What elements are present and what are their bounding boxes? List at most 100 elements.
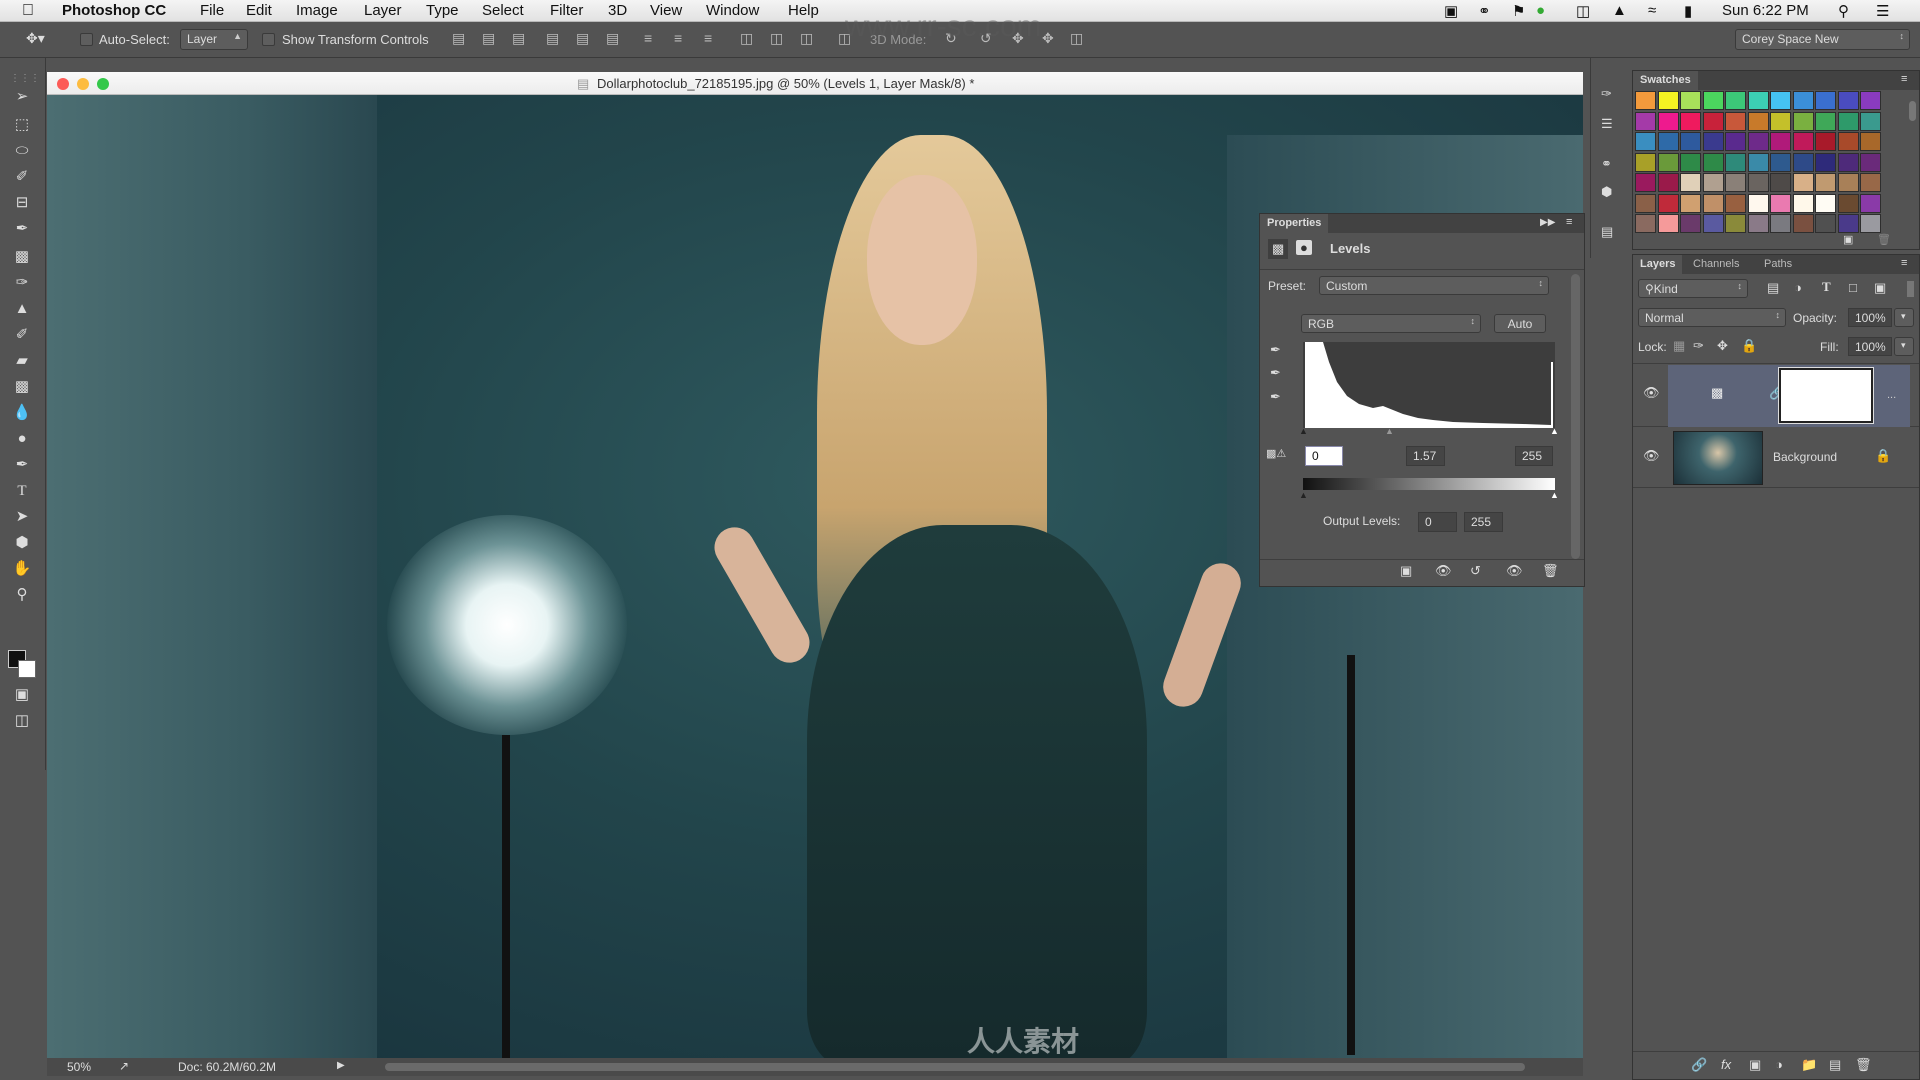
align-right-icon[interactable]: ▤ — [606, 30, 619, 47]
libraries-icon[interactable]: ⚭ — [1601, 156, 1612, 172]
view-previous-state-icon[interactable]: 👁 — [1435, 563, 1452, 579]
swatch[interactable] — [1860, 214, 1881, 233]
app-menu[interactable]: Photoshop CC — [62, 2, 166, 19]
minimize-window-button[interactable] — [77, 78, 89, 90]
swatch[interactable] — [1792, 132, 1814, 151]
swatch[interactable] — [1702, 193, 1724, 213]
reset-icon[interactable]: ↺ — [1470, 563, 1481, 579]
delete-swatch-icon[interactable]: 🗑 — [1877, 233, 1891, 246]
spotlight-search-icon[interactable]: ⚲ — [1838, 2, 1849, 20]
notification-icon[interactable]: ⚑ — [1512, 2, 1525, 20]
swatch[interactable] — [1792, 214, 1814, 233]
tab-paths[interactable]: Paths — [1764, 258, 1792, 270]
swatch[interactable] — [1837, 132, 1859, 151]
filter-toggle[interactable] — [1907, 281, 1914, 297]
clipping-warning-icon[interactable]: ▩⚠ — [1266, 447, 1286, 460]
align-top-icon[interactable]: ▤ — [452, 30, 465, 47]
swatch[interactable] — [1792, 152, 1814, 172]
distribute-bottom-icon[interactable]: ≡ — [704, 30, 712, 46]
pen-tool-icon[interactable]: ✒ — [10, 454, 34, 476]
layer-filter-dropdown[interactable]: ⚲Kind ↕ — [1638, 279, 1748, 298]
3d-icon[interactable]: ⬢ — [1601, 184, 1612, 200]
distribute-left-icon[interactable]: ◫ — [740, 30, 753, 47]
distribute-right-icon[interactable]: ◫ — [800, 30, 813, 47]
swatch[interactable] — [1860, 132, 1881, 151]
lasso-tool-icon[interactable]: ⬭ — [10, 140, 34, 162]
output-black-slider[interactable]: ▲ — [1299, 490, 1308, 500]
gray-point-eyedropper-icon[interactable]: ✒ — [1270, 365, 1281, 381]
swatch[interactable] — [1792, 111, 1814, 131]
battery-icon[interactable]: ▮ — [1684, 2, 1692, 20]
new-group-icon[interactable]: 📁 — [1801, 1057, 1817, 1073]
lock-position-icon[interactable]: ✥ — [1717, 338, 1728, 354]
zoom-level[interactable]: 50% — [67, 1060, 91, 1074]
layer-name-levels[interactable]: ... — [1887, 389, 1896, 401]
brush-presets-icon[interactable]: ✑ — [1601, 86, 1612, 102]
workspace-dropdown[interactable]: Corey Space New ↕ — [1735, 29, 1910, 50]
black-point-eyedropper-icon[interactable]: ✒ — [1270, 342, 1281, 358]
swatch[interactable] — [1770, 193, 1791, 213]
swatch[interactable] — [1747, 132, 1769, 151]
menu-3d[interactable]: 3D — [608, 2, 627, 19]
filter-type-icon[interactable]: T — [1822, 279, 1831, 295]
share-icon[interactable]: ↗ — [119, 1059, 129, 1073]
panel-menu-icon[interactable]: ≡ — [1566, 216, 1572, 228]
collapse-panel-icon[interactable]: ▶▶ — [1540, 217, 1555, 228]
swatch[interactable] — [1702, 91, 1724, 110]
swatch[interactable] — [1725, 193, 1746, 213]
adjustments-icon[interactable]: ☰ — [1601, 116, 1613, 132]
airplay-icon[interactable]: ▲ — [1612, 2, 1627, 19]
auto-button[interactable]: Auto — [1494, 314, 1546, 333]
properties-scrollbar[interactable] — [1571, 274, 1580, 559]
swatch[interactable] — [1725, 152, 1746, 172]
menu-help[interactable]: Help — [788, 2, 819, 19]
swatch[interactable] — [1770, 91, 1791, 110]
close-window-button[interactable] — [57, 78, 69, 90]
swatch[interactable] — [1702, 173, 1724, 192]
swatch[interactable] — [1770, 152, 1791, 172]
swatch[interactable] — [1635, 111, 1656, 131]
filter-adjustment-icon[interactable]: ◑ — [1794, 280, 1802, 295]
distribute-top-icon[interactable]: ≡ — [644, 30, 652, 46]
delete-adjustment-icon[interactable]: 🗑 — [1542, 563, 1559, 579]
clip-to-layer-icon[interactable]: ▣ — [1400, 563, 1412, 579]
swatch[interactable] — [1635, 91, 1656, 110]
align-left-icon[interactable]: ▤ — [546, 30, 559, 47]
layer-row-background[interactable]: 👁 Background 🔒 — [1633, 428, 1919, 488]
tab-channels[interactable]: Channels — [1693, 258, 1739, 270]
swatch[interactable] — [1702, 214, 1724, 233]
swatch[interactable] — [1657, 214, 1679, 233]
healing-brush-tool-icon[interactable]: ▩ — [10, 246, 34, 268]
swatch[interactable] — [1680, 152, 1701, 172]
add-mask-icon[interactable]: ▣ — [1749, 1057, 1761, 1073]
crop-tool-icon[interactable]: ⊟ — [10, 192, 34, 214]
blur-tool-icon[interactable]: 💧 — [10, 402, 34, 424]
layer-row-levels[interactable]: 👁 ▩ 🔗 ... — [1633, 365, 1919, 427]
swatch[interactable] — [1815, 152, 1836, 172]
swatch[interactable] — [1860, 152, 1881, 172]
eyedropper-tool-icon[interactable]: ✒ — [10, 218, 34, 240]
layer-mask-thumbnail[interactable] — [1778, 367, 1874, 424]
swatch[interactable] — [1837, 91, 1859, 110]
swatch[interactable] — [1680, 193, 1701, 213]
swatch[interactable] — [1657, 91, 1679, 110]
link-layers-icon[interactable]: 🔗 — [1691, 1057, 1707, 1073]
quick-select-tool-icon[interactable]: ✐ — [10, 166, 34, 188]
swatch[interactable] — [1770, 132, 1791, 151]
input-black-slider[interactable]: ▲ — [1299, 426, 1308, 436]
show-transform-checkbox[interactable] — [262, 33, 275, 46]
swatch[interactable] — [1815, 173, 1836, 192]
swatch[interactable] — [1837, 152, 1859, 172]
input-gamma-slider[interactable]: ▲ — [1385, 426, 1394, 436]
horizontal-scrollbar[interactable] — [385, 1063, 1525, 1071]
tab-properties[interactable]: Properties — [1260, 214, 1329, 233]
swatch[interactable] — [1770, 173, 1791, 192]
dodge-tool-icon[interactable]: ● — [10, 428, 34, 450]
move-tool-preset-icon[interactable]: ✥▾ — [26, 30, 45, 47]
mask-icon[interactable]: ● — [1296, 240, 1312, 255]
apple-menu-icon[interactable]:  — [22, 2, 34, 20]
align-hcenter-icon[interactable]: ▤ — [576, 30, 589, 47]
swatch[interactable] — [1725, 91, 1746, 110]
output-white-field[interactable]: 255 — [1464, 512, 1503, 532]
history-brush-tool-icon[interactable]: ✐ — [10, 324, 34, 346]
